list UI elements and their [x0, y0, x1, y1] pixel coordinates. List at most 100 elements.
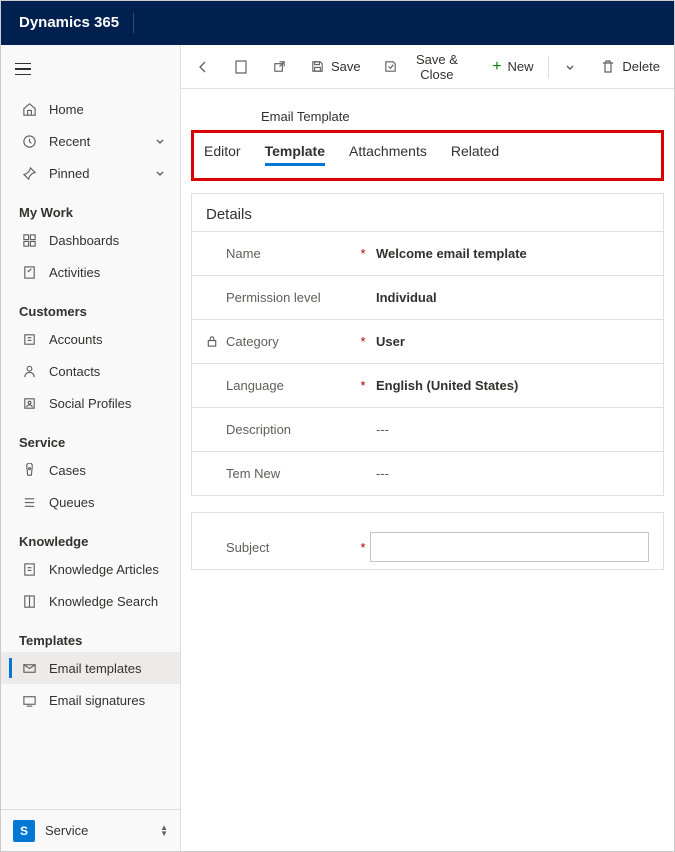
field-label: Language: [226, 378, 284, 393]
field-value: ---: [370, 466, 649, 481]
save-button[interactable]: Save: [299, 47, 371, 87]
sidebar-item-queues[interactable]: Queues: [1, 486, 180, 518]
sidebar-item-label: Social Profiles: [49, 396, 168, 411]
entity-type-label: Email Template: [181, 109, 674, 124]
sidebar-item-knowledge-search[interactable]: Knowledge Search: [1, 585, 180, 617]
field-value: ---: [370, 422, 649, 437]
back-icon: [195, 59, 211, 75]
sidebar-item-home[interactable]: Home: [1, 93, 180, 125]
field-label: Description: [226, 422, 291, 437]
accounts-icon: [21, 331, 37, 347]
sidebar-item-contacts[interactable]: Contacts: [1, 355, 180, 387]
app-header: Dynamics 365: [1, 1, 674, 45]
sidebar-item-social[interactable]: Social Profiles: [1, 387, 180, 419]
open-new-button[interactable]: [261, 47, 297, 87]
sidebar-item-email-signatures[interactable]: Email signatures: [1, 684, 180, 716]
tab-attachments[interactable]: Attachments: [349, 143, 427, 166]
separator: [548, 56, 549, 78]
details-section: Details Name * Welcome email template Pe…: [191, 193, 664, 496]
activities-icon: [21, 264, 37, 280]
section-customers: Customers: [1, 288, 180, 323]
new-button[interactable]: + New: [482, 47, 543, 87]
doc-icon: [233, 59, 249, 75]
sidebar-item-label: Recent: [49, 134, 140, 149]
sidebar-item-label: Email signatures: [49, 693, 168, 708]
tab-template[interactable]: Template: [265, 143, 325, 166]
sidebar-item-email-templates[interactable]: Email templates: [1, 652, 180, 684]
cmd-label: Save & Close: [404, 52, 471, 82]
lock-icon: [206, 335, 220, 348]
cmd-label: Delete: [622, 59, 660, 74]
sidebar-item-label: Knowledge Articles: [49, 562, 168, 577]
sidebar-item-cases[interactable]: Cases: [1, 454, 180, 486]
subject-input[interactable]: [370, 532, 649, 562]
app-title: Dynamics 365: [19, 13, 134, 33]
sidebar: Home Recent Pinned My Work: [1, 45, 181, 851]
section-templates: Templates: [1, 617, 180, 652]
ka-icon: [21, 561, 37, 577]
app-picker[interactable]: S Service ▲▼: [1, 809, 180, 851]
field-value: Welcome email template: [370, 246, 649, 261]
hamburger-button[interactable]: [7, 53, 39, 85]
email-tpl-icon: [21, 660, 37, 676]
sidebar-item-pinned[interactable]: Pinned: [1, 157, 180, 189]
new-dropdown-button[interactable]: [552, 47, 588, 87]
sidebar-item-label: Queues: [49, 495, 168, 510]
clock-icon: [21, 133, 37, 149]
required-indicator: *: [356, 540, 370, 555]
tab-editor[interactable]: Editor: [204, 143, 241, 166]
section-title: Details: [192, 206, 663, 231]
row-category[interactable]: Category * User: [192, 319, 663, 363]
save-close-icon: [383, 59, 398, 75]
section-service: Service: [1, 419, 180, 454]
field-label: Tem New: [226, 466, 280, 481]
required-indicator: *: [356, 334, 370, 349]
popout-icon: [271, 59, 287, 75]
field-value: English (United States): [370, 378, 649, 393]
queues-icon: [21, 494, 37, 510]
back-button[interactable]: [185, 47, 221, 87]
sidebar-item-activities[interactable]: Activities: [1, 256, 180, 288]
delete-button[interactable]: Delete: [590, 47, 670, 87]
required-indicator: *: [356, 246, 370, 261]
home-icon: [21, 101, 37, 117]
sidebar-item-label: Dashboards: [49, 233, 168, 248]
highlight-box: Editor Template Attachments Related: [191, 130, 664, 181]
chevron-down-icon: [152, 133, 168, 149]
content: Save Save & Close + New: [181, 45, 674, 851]
sidebar-item-recent[interactable]: Recent: [1, 125, 180, 157]
save-close-button[interactable]: Save & Close: [373, 47, 481, 87]
field-value: User: [370, 334, 649, 349]
chevron-down-icon: [152, 165, 168, 181]
show-as-button[interactable]: [223, 47, 259, 87]
contacts-icon: [21, 363, 37, 379]
tab-related[interactable]: Related: [451, 143, 499, 166]
pin-icon: [21, 165, 37, 181]
field-label: Category: [226, 334, 279, 349]
field-label: Permission level: [226, 290, 321, 305]
cmd-label: Save: [331, 59, 361, 74]
tabs: Editor Template Attachments Related: [194, 143, 661, 166]
row-description[interactable]: Description ---: [192, 407, 663, 451]
row-name[interactable]: Name * Welcome email template: [192, 231, 663, 275]
row-language[interactable]: Language * English (United States): [192, 363, 663, 407]
plus-icon: +: [492, 58, 501, 76]
sidebar-item-accounts[interactable]: Accounts: [1, 323, 180, 355]
row-permission[interactable]: Permission level Individual: [192, 275, 663, 319]
subject-section: Subject *: [191, 512, 664, 570]
sidebar-item-knowledge-articles[interactable]: Knowledge Articles: [1, 553, 180, 585]
nav: Home Recent Pinned My Work: [1, 93, 180, 809]
section-mywork: My Work: [1, 189, 180, 224]
chevron-down-icon: [562, 59, 578, 75]
sidebar-item-label: Contacts: [49, 364, 168, 379]
sidebar-item-label: Home: [49, 102, 168, 117]
social-icon: [21, 395, 37, 411]
row-subject[interactable]: Subject *: [192, 525, 663, 569]
sidebar-item-label: Email templates: [49, 661, 168, 676]
app-picker-label: Service: [45, 823, 150, 838]
field-label: Name: [226, 246, 261, 261]
trash-icon: [600, 59, 616, 75]
required-indicator: *: [356, 378, 370, 393]
row-temnew[interactable]: Tem New ---: [192, 451, 663, 495]
sidebar-item-dashboards[interactable]: Dashboards: [1, 224, 180, 256]
